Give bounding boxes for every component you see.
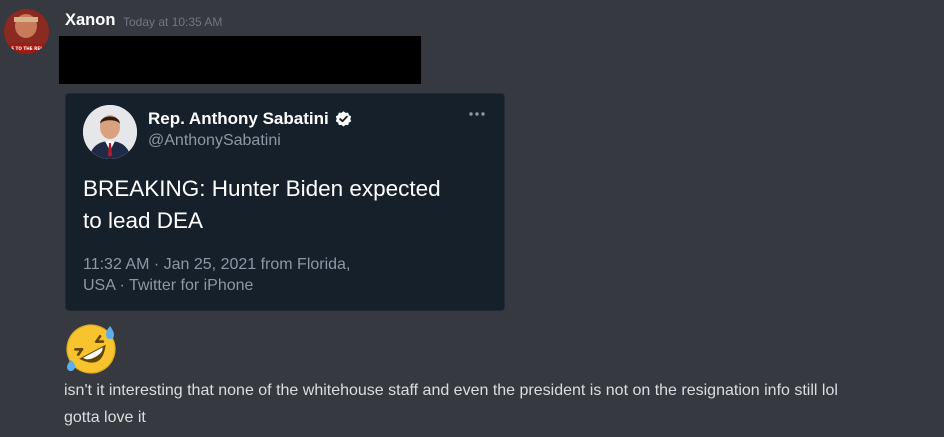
message-body: isn't it interesting that none of the wh… bbox=[64, 377, 934, 431]
message-timestamp: Today at 10:35 AM bbox=[123, 15, 223, 29]
tweet-embed[interactable]: Rep. Anthony Sabatini @AnthonySabatini B… bbox=[65, 93, 505, 311]
username[interactable]: Xanon bbox=[65, 10, 115, 30]
more-options-icon[interactable] bbox=[468, 110, 486, 118]
tweet-author-name-row[interactable]: Rep. Anthony Sabatini bbox=[148, 109, 353, 129]
message-line: isn't it interesting that none of the wh… bbox=[64, 382, 838, 399]
tweet-metadata: 11:32 AM · Jan 25, 2021 from Florida, US… bbox=[83, 254, 403, 296]
tweet-author-photo bbox=[83, 105, 137, 159]
tweet-author-handle[interactable]: @AnthonySabatini bbox=[148, 131, 281, 151]
tweet-text-line: BREAKING: Hunter Biden expected bbox=[83, 176, 441, 201]
verified-badge-icon bbox=[335, 110, 351, 127]
avatar-image: E TO THE REI bbox=[4, 9, 49, 54]
avatar-caption: E TO THE REI bbox=[11, 46, 42, 51]
tweet-metadata-line: USA · Twitter for iPhone bbox=[83, 277, 254, 294]
rolling-on-the-floor-laughing-icon bbox=[66, 324, 116, 374]
tweet-text: BREAKING: Hunter Biden expected to lead … bbox=[83, 173, 493, 237]
tweet-author-name[interactable]: Rep. Anthony Sabatini bbox=[148, 109, 329, 129]
tweet-text-line: to lead DEA bbox=[83, 208, 204, 233]
avatar[interactable]: E TO THE REI bbox=[4, 9, 49, 54]
tweet-author-avatar[interactable] bbox=[83, 105, 137, 159]
redacted-block bbox=[59, 36, 421, 84]
message-line: gotta love it bbox=[64, 409, 146, 426]
tweet-metadata-line: 11:32 AM · Jan 25, 2021 from Florida, bbox=[83, 256, 351, 273]
